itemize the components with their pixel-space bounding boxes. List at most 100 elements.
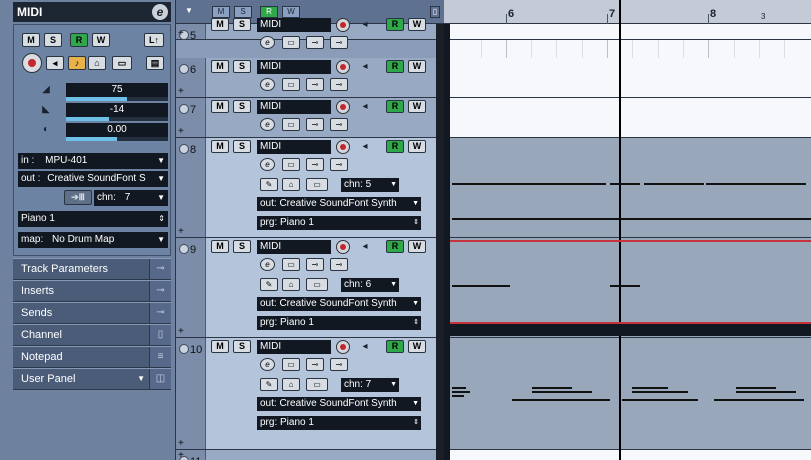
track-read-button[interactable]: R (386, 140, 404, 153)
track-name-field[interactable]: MIDI (257, 18, 331, 32)
track-row[interactable]: 7 + M S MIDI ◂ R W e ▭ ⊸ ⊸ (176, 98, 436, 138)
lock-icon[interactable]: ⌂ (88, 56, 106, 70)
send-bypass-icon[interactable]: ⊸ (330, 118, 348, 131)
timebase-icon[interactable]: ♪ (68, 56, 86, 70)
section-inserts[interactable]: Inserts ⊸ (13, 280, 171, 302)
volume-value[interactable]: 75 (66, 83, 168, 97)
track-write-button[interactable]: W (408, 340, 426, 353)
insert-bypass-icon[interactable]: ⊸ (306, 258, 324, 271)
pencil-icon[interactable]: ✎ (260, 178, 278, 191)
edit-instrument-icon[interactable]: ➔Ⅲ (64, 190, 92, 205)
track-record-enable-button[interactable] (336, 100, 350, 114)
midi-note-event[interactable] (622, 399, 698, 401)
global-mute-tab[interactable]: M (212, 6, 230, 18)
add-lane-icon[interactable]: + (178, 450, 184, 460)
global-solo-tab[interactable]: S (234, 6, 252, 18)
inspector-title-bar[interactable]: MIDI e (13, 2, 171, 22)
track-read-button[interactable]: R (386, 100, 404, 113)
track-output-dropdown[interactable]: out: Creative SoundFont Synth ▼ (257, 297, 421, 311)
track-row[interactable]: 5 + M S MIDI ◂ R W e ▭ ⊸ ⊸ (176, 18, 436, 49)
track-row[interactable]: 11 + (176, 450, 436, 460)
track-row[interactable]: 10 + M S MIDI ◂ R W e ▭ ⊸ ⊸ ✎ ⌂ ▭ chn: 7… (176, 338, 436, 450)
edit-channel-icon[interactable]: e (260, 78, 275, 91)
midi-note-event[interactable] (736, 391, 796, 393)
midi-note-event[interactable] (632, 391, 688, 393)
empty-lane[interactable] (450, 24, 811, 40)
midi-note-event[interactable] (632, 387, 668, 389)
edit-mode-icon[interactable]: ▤ (146, 56, 164, 70)
timeline-ruler[interactable]: 6 7 8 3 (444, 0, 811, 24)
track-program-selector[interactable]: prg: Piano 1 ⇕ (257, 416, 421, 430)
global-read-tab[interactable]: R (260, 6, 278, 18)
add-lane-icon[interactable]: + (178, 438, 184, 449)
track-write-button[interactable]: W (408, 100, 426, 113)
insert-bypass-icon[interactable]: ⊸ (306, 78, 324, 91)
midi-note-event[interactable] (532, 387, 572, 389)
edit-channel-icon[interactable]: e (260, 36, 275, 49)
monitor-icon[interactable]: ◂ (46, 56, 64, 70)
pan-value[interactable]: -14 (66, 103, 168, 117)
track-solo-button[interactable]: S (233, 18, 251, 31)
edit-channel-icon[interactable]: e (260, 118, 275, 131)
mute-button[interactable]: M (22, 33, 40, 47)
track-menu-chevron-icon[interactable]: ▼ (180, 6, 198, 18)
lane-display-icon[interactable]: ▭ (282, 36, 300, 49)
track-color-icon[interactable] (179, 144, 189, 154)
lock-icon[interactable]: ⌂ (282, 278, 300, 291)
lane-display-icon[interactable]: ▭ (282, 358, 300, 371)
track-color-icon[interactable] (179, 104, 189, 114)
lane-display-icon[interactable]: ▭ (282, 78, 300, 91)
monitor-icon[interactable]: ◂ (358, 340, 372, 354)
midi-channel-dropdown[interactable]: chn: 7 ▼ (94, 190, 168, 206)
monitor-icon[interactable]: ◂ (358, 18, 372, 32)
bypass-icon[interactable]: ⊸ (149, 281, 171, 301)
lane-display-icon[interactable]: ▭ (112, 56, 132, 70)
track-color-icon[interactable] (179, 344, 189, 354)
track-output-dropdown[interactable]: out: Creative SoundFont Synth ▼ (257, 197, 421, 211)
insert-bypass-icon[interactable]: ⊸ (306, 36, 324, 49)
track-name-field[interactable]: MIDI (257, 140, 331, 154)
midi-note-event[interactable] (452, 183, 510, 185)
empty-lane[interactable] (450, 58, 811, 98)
read-automation-button[interactable]: R (70, 33, 88, 47)
track-program-selector[interactable]: prg: Piano 1 ⇕ (257, 316, 421, 330)
insert-bypass-icon[interactable]: ⊸ (306, 118, 324, 131)
midi-part[interactable] (450, 138, 811, 238)
track-mute-button[interactable]: M (211, 340, 229, 353)
section-channel[interactable]: Channel ▯ (13, 324, 171, 346)
delay-slider[interactable] (66, 137, 168, 141)
bypass-icon[interactable]: ⊸ (149, 259, 171, 279)
edit-channel-icon[interactable]: e (260, 258, 275, 271)
track-write-button[interactable]: W (408, 18, 426, 31)
track-record-enable-button[interactable] (336, 18, 350, 32)
midi-note-event[interactable] (452, 391, 470, 393)
midi-note-event[interactable] (610, 285, 640, 287)
monitor-icon[interactable]: ◂ (358, 60, 372, 74)
lane-display-icon[interactable]: ▭ (282, 118, 300, 131)
track-output-dropdown[interactable]: out: Creative SoundFont Synth ▼ (257, 397, 421, 411)
track-write-button[interactable]: W (408, 240, 426, 253)
track-channel-dropdown[interactable]: chn: 6 ▼ (341, 278, 399, 292)
track-record-enable-button[interactable] (336, 340, 350, 354)
record-enable-button[interactable] (22, 53, 42, 73)
section-track-parameters[interactable]: Track Parameters ⊸ (13, 258, 171, 280)
midi-output-dropdown[interactable]: out : Creative SoundFont S ▼ (18, 171, 168, 187)
track-write-button[interactable]: W (408, 140, 426, 153)
track-write-button[interactable]: W (408, 60, 426, 73)
input-transformer-button[interactable]: L↑ (144, 33, 164, 47)
pan-slider[interactable] (66, 117, 168, 121)
midi-note-event[interactable] (452, 218, 811, 220)
midi-note-event[interactable] (736, 387, 776, 389)
midi-note-event[interactable] (706, 183, 806, 185)
track-read-button[interactable]: R (386, 340, 404, 353)
track-color-icon[interactable] (179, 64, 189, 74)
midi-input-dropdown[interactable]: in : MPU-401 ▼ (18, 153, 168, 169)
lane-display-icon[interactable]: ▭ (282, 158, 300, 171)
send-bypass-icon[interactable]: ⊸ (330, 78, 348, 91)
lane-display-icon[interactable]: ▭ (306, 178, 328, 191)
add-lane-icon[interactable]: + (178, 28, 184, 39)
track-channel-dropdown[interactable]: chn: 7 ▼ (341, 378, 399, 392)
delay-value[interactable]: 0.00 (66, 123, 168, 137)
send-bypass-icon[interactable]: ⊸ (330, 36, 348, 49)
midi-note-event[interactable] (452, 395, 464, 397)
